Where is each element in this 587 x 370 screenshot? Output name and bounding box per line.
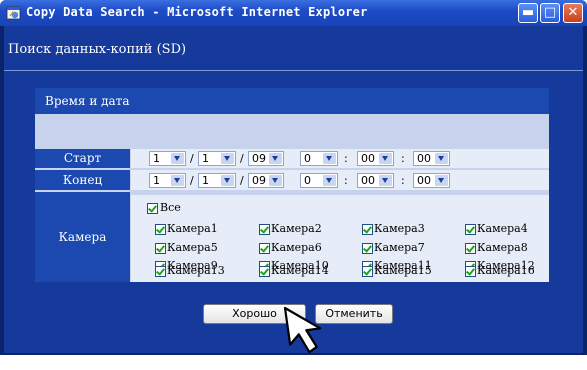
camera-checkbox[interactable] — [465, 243, 476, 254]
date-separator: / — [240, 174, 244, 187]
end-month-select[interactable]: 1 — [149, 173, 186, 188]
chevron-down-icon — [221, 153, 234, 164]
end-hour-select[interactable]: 0 — [300, 173, 338, 188]
camera-label-item: Камера7 — [374, 241, 425, 254]
date-separator: / — [190, 174, 194, 187]
window-title: Copy Data Search - Microsoft Internet Ex… — [26, 5, 368, 19]
start-label: Старт — [35, 148, 130, 168]
time-separator: : — [344, 174, 348, 187]
camera-checkbox[interactable] — [362, 243, 373, 254]
camera-label-item: Камера5 — [167, 241, 218, 254]
start-day-select[interactable]: 1 — [198, 151, 236, 166]
panel-header: Время и дата — [35, 88, 549, 114]
start-year-select[interactable]: 09 — [248, 151, 284, 166]
camera-checkbox[interactable] — [155, 266, 166, 277]
chevron-down-icon — [221, 175, 234, 186]
camera-checkbox[interactable] — [155, 243, 166, 254]
camera-row-4: Камера13 Камера14 Камера15 Камера16 — [131, 264, 549, 302]
chevron-down-icon — [379, 175, 392, 186]
camera-checkbox[interactable] — [362, 266, 373, 277]
title-bar[interactable]: Copy Data Search - Microsoft Internet Ex… — [0, 0, 587, 26]
camera-checkbox[interactable] — [155, 224, 166, 235]
time-separator: : — [401, 174, 405, 187]
start-second-select[interactable]: 00 — [413, 151, 450, 166]
end-label: Конец — [35, 169, 130, 190]
camera-label-item: Камера2 — [271, 222, 322, 235]
camera-label-item: Камера8 — [477, 241, 528, 254]
camera-checkbox[interactable] — [259, 266, 270, 277]
chevron-down-icon — [269, 153, 282, 164]
camera-label: Камера — [35, 191, 130, 282]
page-header: Поиск данных-копий (SD) — [4, 26, 583, 71]
close-icon: ✕ — [567, 5, 579, 20]
camera-checkbox[interactable] — [465, 266, 476, 277]
chevron-down-icon — [435, 153, 448, 164]
chevron-down-icon — [269, 175, 282, 186]
start-month-select[interactable]: 1 — [149, 151, 186, 166]
chevron-down-icon — [323, 175, 336, 186]
camera-checkbox[interactable] — [362, 224, 373, 235]
page-content: Поиск данных-копий (SD) Время и дата Ста… — [4, 26, 583, 353]
camera-checkbox[interactable] — [465, 224, 476, 235]
end-day-select[interactable]: 1 — [198, 173, 236, 188]
camera-label-item: Камера16 — [477, 264, 535, 277]
chevron-down-icon — [435, 175, 448, 186]
start-row: 1 / 1 / 09 0 : 00 : 00 — [131, 148, 549, 168]
camera-checkbox[interactable] — [259, 243, 270, 254]
page-title: Поиск данных-копий (SD) — [8, 42, 187, 57]
camera-label-item: Камера13 — [167, 264, 225, 277]
camera-label-item: Камера4 — [477, 222, 528, 235]
chevron-down-icon — [323, 153, 336, 164]
camera-checkbox[interactable] — [259, 224, 270, 235]
date-separator: / — [190, 152, 194, 165]
time-separator: : — [344, 152, 348, 165]
date-separator: / — [240, 152, 244, 165]
chevron-down-icon — [171, 153, 184, 164]
end-row: 1 / 1 / 09 0 : 00 : 00 — [131, 169, 549, 190]
all-cameras-checkbox[interactable] — [147, 203, 158, 214]
ie-icon — [6, 6, 21, 20]
browser-window: Copy Data Search - Microsoft Internet Ex… — [0, 0, 587, 355]
end-minute-select[interactable]: 00 — [357, 173, 394, 188]
chevron-down-icon — [171, 175, 184, 186]
start-hour-select[interactable]: 0 — [300, 151, 338, 166]
all-cameras-label: Все — [160, 201, 181, 214]
end-year-select[interactable]: 09 — [248, 173, 284, 188]
close-button[interactable]: ✕ — [563, 3, 583, 23]
chevron-down-icon — [379, 153, 392, 164]
camera-label-item: Камера1 — [167, 222, 218, 235]
mouse-pointer-icon — [283, 306, 322, 354]
start-minute-select[interactable]: 00 — [357, 151, 394, 166]
camera-label-item: Камера6 — [271, 241, 322, 254]
end-second-select[interactable]: 00 — [413, 173, 450, 188]
camera-label-item: Камера15 — [374, 264, 432, 277]
time-separator: : — [401, 152, 405, 165]
maximize-icon: □ — [543, 5, 557, 20]
camera-label-item: Камера3 — [374, 222, 425, 235]
minimize-button[interactable]: ▬ — [518, 3, 538, 23]
search-panel: Время и дата Старт 1 / 1 / 09 0 : 00 : 0… — [35, 88, 549, 282]
maximize-button[interactable]: □ — [540, 3, 560, 23]
panel-title: Время и дата — [45, 94, 130, 108]
minimize-icon: ▬ — [521, 5, 535, 20]
camera-label-item: Камера14 — [271, 264, 329, 277]
